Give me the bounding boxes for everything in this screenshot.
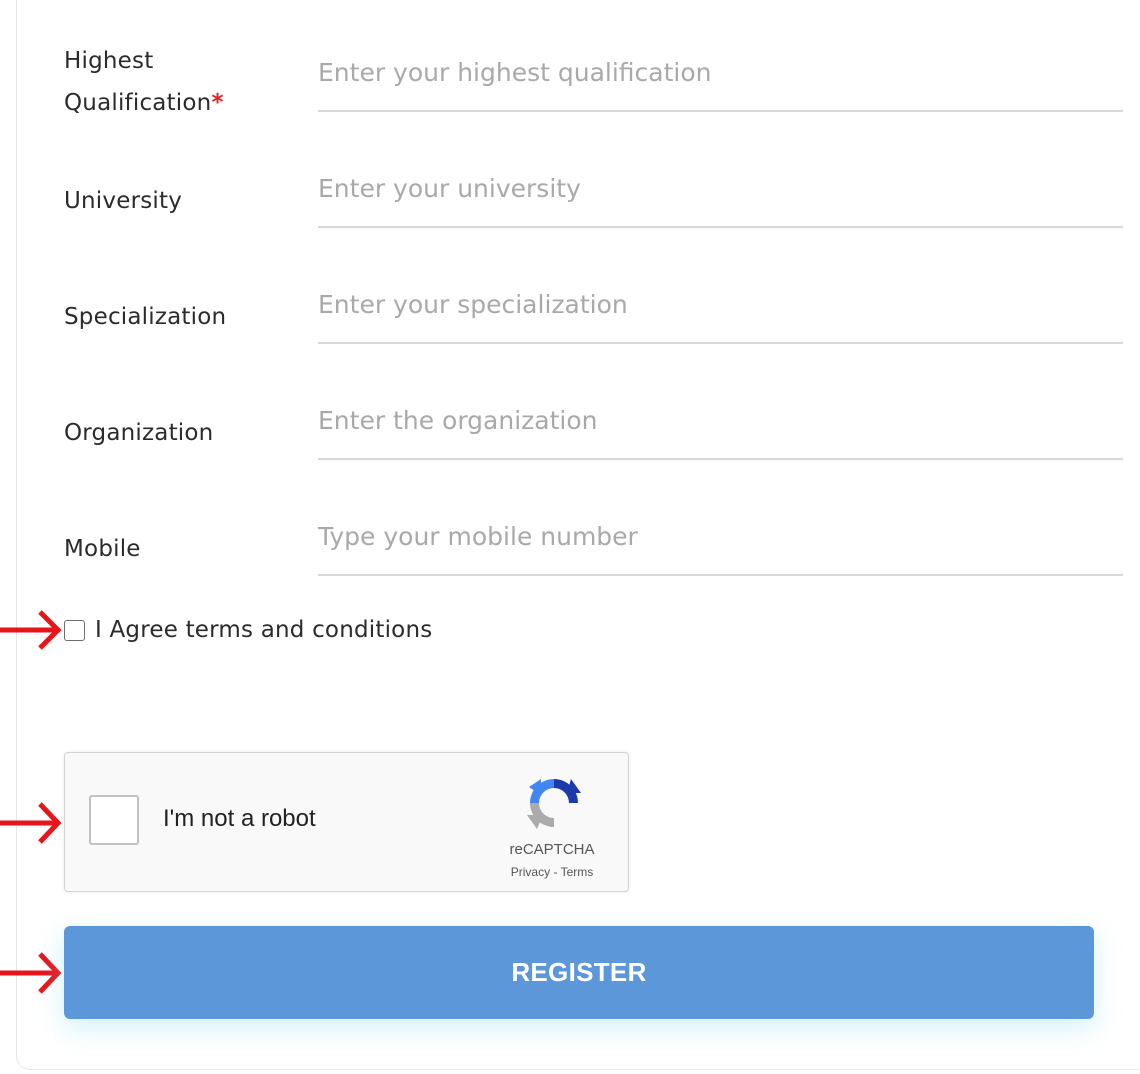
mobile-label: Mobile: [64, 536, 141, 562]
recaptcha-logo-icon: [527, 779, 581, 829]
field-row-mobile: Mobile: [0, 504, 1140, 614]
recaptcha-terms-link[interactable]: Terms: [561, 865, 594, 879]
qualification-input[interactable]: [318, 52, 1123, 92]
university-input[interactable]: [318, 168, 1123, 208]
university-label: University: [64, 188, 183, 214]
register-button[interactable]: REGISTER: [64, 926, 1094, 1019]
recaptcha-widget: I'm not a robot reCAPTCHA Privacy - Term…: [64, 752, 629, 892]
specialization-field: [318, 272, 1123, 344]
field-row-qualification: Highest Qualification*: [0, 40, 1140, 150]
required-mark: *: [211, 90, 224, 116]
recaptcha-checkbox[interactable]: [89, 795, 139, 845]
agree-terms-checkbox[interactable]: [64, 619, 85, 641]
arrow-right-icon: [0, 610, 62, 650]
agree-terms[interactable]: I Agree terms and conditions: [64, 612, 432, 648]
organization-input[interactable]: [318, 400, 1123, 440]
recaptcha-privacy-link[interactable]: Privacy: [511, 865, 550, 879]
recaptcha-links: Privacy - Terms: [510, 865, 594, 879]
specialization-label: Specialization: [64, 304, 227, 330]
field-row-university: University: [0, 156, 1140, 266]
organization-label: Organization: [64, 420, 214, 446]
recaptcha-brand: reCAPTCHA: [509, 841, 595, 858]
organization-field: [318, 388, 1123, 460]
qualification-field: [318, 40, 1123, 112]
recaptcha-label: I'm not a robot: [163, 805, 316, 832]
field-row-specialization: Specialization: [0, 272, 1140, 382]
mobile-field: [318, 504, 1123, 576]
university-field: [318, 156, 1123, 228]
specialization-input[interactable]: [318, 284, 1123, 324]
qualification-label: Highest Qualification*: [64, 48, 224, 116]
arrow-right-icon: [0, 802, 62, 844]
arrow-right-icon: [0, 952, 62, 994]
agree-terms-label[interactable]: I Agree terms and conditions: [95, 617, 432, 643]
mobile-input[interactable]: [318, 516, 1123, 556]
field-row-organization: Organization: [0, 388, 1140, 498]
